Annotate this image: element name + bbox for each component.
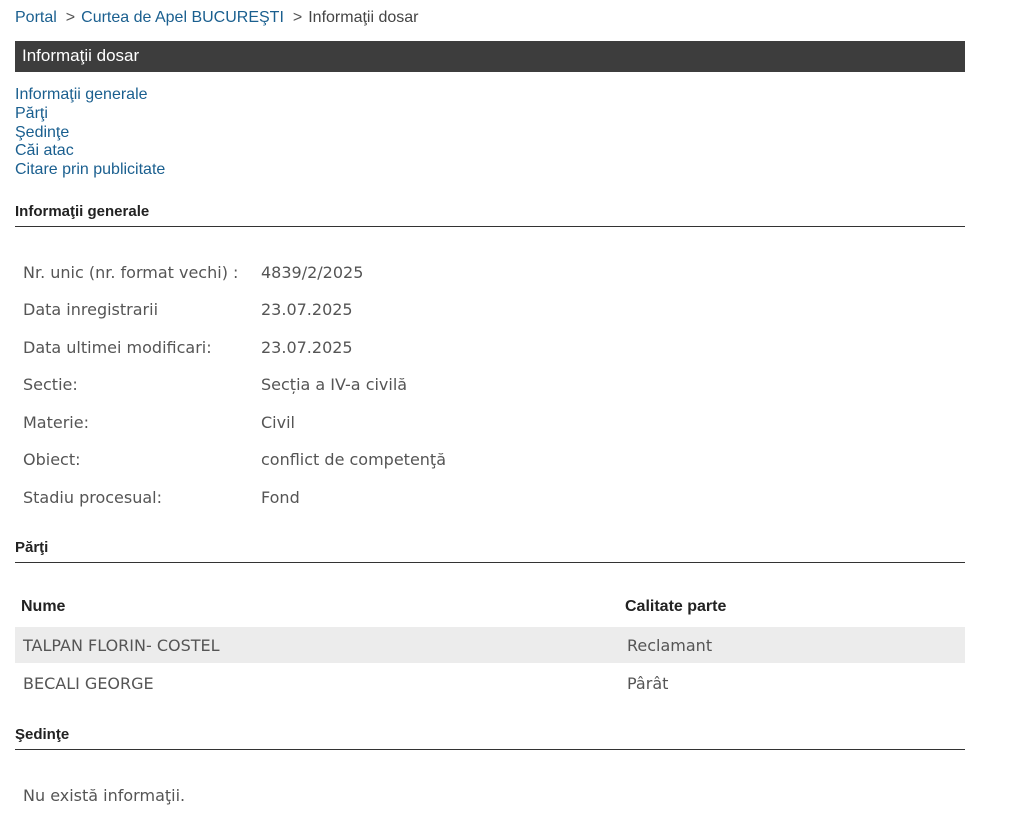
section-nav: Informaţii generale Părţi Şedinţe Căi at… (15, 86, 165, 180)
column-header-nume: Nume (21, 598, 66, 615)
nav-link-sedinte[interactable]: Şedinţe (15, 124, 165, 143)
breadcrumb-separator: > (65, 9, 76, 26)
breadcrumb-court-link[interactable]: Curtea de Apel BUCUREŞTI (81, 9, 284, 26)
nav-link-cai-atac[interactable]: Căi atac (15, 142, 165, 161)
page-title: Informaţii dosar (22, 46, 140, 65)
info-value: 23.07.2025 (261, 300, 353, 319)
section-heading-sedinte: Şedinţe (15, 718, 965, 750)
party-name: BECALI GEORGE (23, 674, 154, 693)
nav-link-citare-publicitate[interactable]: Citare prin publicitate (15, 161, 165, 180)
breadcrumb-separator: > (292, 9, 303, 26)
sedinte-empty-message: Nu există informaţii. (23, 786, 186, 805)
info-value: conflict de competenţă (261, 450, 446, 469)
party-role: Reclamant (627, 636, 713, 655)
column-header-calitate: Calitate parte (625, 598, 727, 615)
page-title-bar: Informaţii dosar (15, 41, 965, 72)
info-label: Stadiu procesual: (23, 488, 162, 507)
info-label: Data ultimei modificari: (23, 338, 212, 357)
info-value: 4839/2/2025 (261, 263, 364, 282)
info-label: Data inregistrarii (23, 300, 159, 319)
table-row: TALPAN FLORIN- COSTEL Reclamant (15, 627, 965, 663)
info-label: Obiect: (23, 450, 81, 469)
parti-table-header: Nume Calitate parte (15, 592, 965, 622)
breadcrumb-current: Informaţii dosar (308, 9, 419, 26)
info-value: 23.07.2025 (261, 338, 353, 357)
table-row: BECALI GEORGE Pârât (15, 665, 965, 701)
section-heading-general-info: Informaţii generale (15, 195, 965, 227)
info-value: Civil (261, 413, 295, 432)
info-value: Secția a IV-a civilă (261, 375, 408, 394)
info-label: Nr. unic (nr. format vechi) : (23, 263, 239, 282)
breadcrumb: Portal > Curtea de Apel BUCUREŞTI > Informaţ… (15, 9, 419, 27)
section-heading-parti: Părţi (15, 531, 965, 563)
section-title: Părţi (15, 539, 49, 556)
party-role: Pârât (627, 674, 669, 693)
party-name: TALPAN FLORIN- COSTEL (23, 636, 220, 655)
section-title: Informaţii generale (15, 203, 150, 220)
breadcrumb-portal-link[interactable]: Portal (15, 9, 57, 26)
nav-link-parti[interactable]: Părţi (15, 105, 165, 124)
info-label: Materie: (23, 413, 89, 432)
info-value: Fond (261, 488, 300, 507)
nav-link-informatii-generale[interactable]: Informaţii generale (15, 86, 165, 105)
info-label: Sectie: (23, 375, 78, 394)
section-title: Şedinţe (15, 726, 70, 743)
